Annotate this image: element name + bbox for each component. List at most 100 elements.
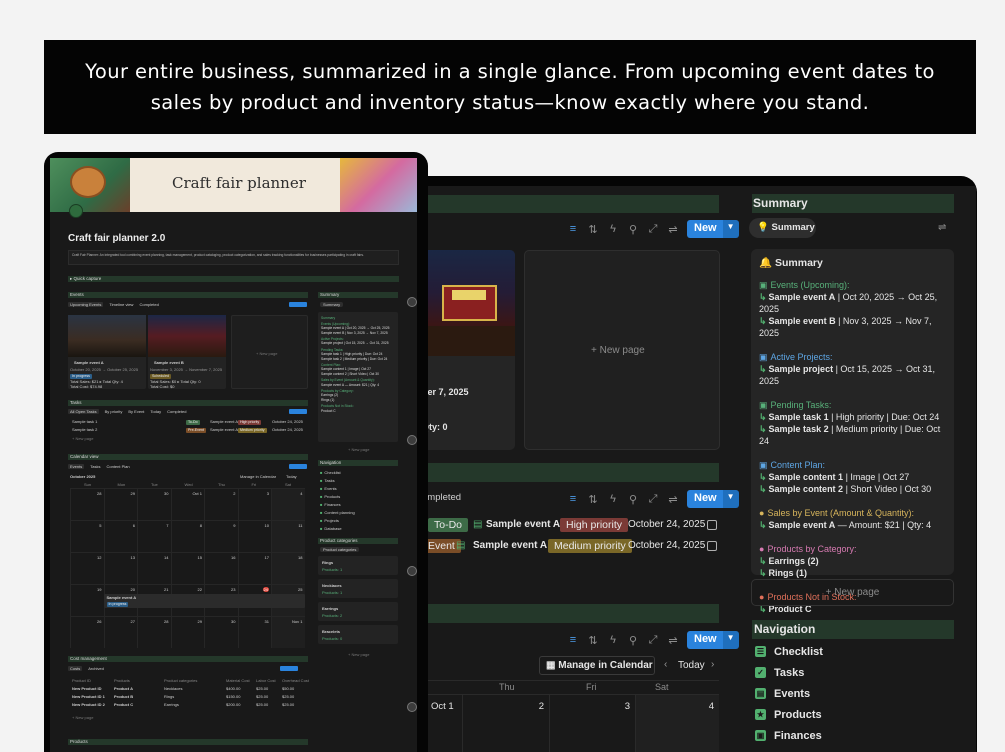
category-card[interactable]: Necklaces Products: 1 <box>318 579 398 598</box>
calendar-day-cell[interactable]: 27 <box>103 616 137 648</box>
calendar-day-cell[interactable]: 30 <box>204 616 238 648</box>
summary-item[interactable]: ↳ Sample event A — Amount: $21 | Qty: 4 <box>759 519 946 531</box>
view-tab[interactable]: By priority <box>105 409 123 414</box>
view-tab[interactable]: Events <box>68 464 85 469</box>
summary-item[interactable]: ↳ Sample content 1 | Image | Oct 27 <box>759 471 946 483</box>
left-summary-tab[interactable]: Summary <box>320 302 344 307</box>
calendar-day-cell[interactable]: 29 <box>103 488 137 520</box>
view-tab[interactable]: All Open Tasks <box>68 409 99 414</box>
calendar-day-cell[interactable]: 5 <box>70 520 104 552</box>
nav-item[interactable]: ■ Content planning <box>320 509 355 517</box>
summary-item[interactable]: Sample content 2 | Short Video | Oct 30 <box>321 372 395 377</box>
summary-new-page[interactable]: + New page <box>751 579 954 606</box>
search-icon[interactable]: ⚲ <box>627 493 639 506</box>
cost-new-button[interactable] <box>280 666 298 671</box>
quick-capture-toggle[interactable]: ▸ Quick capture <box>68 276 399 282</box>
summary-item[interactable]: ↳ Sample task 1 | High priority | Due: Oc… <box>759 411 946 423</box>
table-cell[interactable]: Product A <box>114 686 133 691</box>
filter-icon[interactable]: ≡ <box>567 493 579 505</box>
new-button[interactable]: New ▼ <box>687 490 739 508</box>
summary-item[interactable]: ↳ Sample event B | Nov 3, 2025 → Nov 7, 2… <box>759 315 946 339</box>
categories-tab[interactable]: Product categories <box>320 547 360 552</box>
lightning-icon[interactable]: ϟ <box>607 493 619 505</box>
view-tab[interactable]: Costs <box>68 666 83 671</box>
filter-icon[interactable]: ≡ <box>567 634 579 646</box>
calendar-day-cell[interactable]: 7 <box>137 520 171 552</box>
calendar-day-cell[interactable]: 11 <box>271 520 305 552</box>
table-row[interactable]: To-Do ▤ Sample event A High priority October… <box>422 518 722 534</box>
summary-item[interactable]: ↳ Sample content 2 | Short Video | Oct 30 <box>759 483 946 495</box>
expand-icon[interactable]: ⤢ <box>647 634 659 647</box>
summary-item[interactable]: Sample task 2 | Medium priority | Due: O… <box>321 357 395 362</box>
summary-item[interactable]: ↳ Sample event A | Oct 20, 2025 → Oct 25,… <box>759 291 946 315</box>
sort-icon[interactable]: ⇅ <box>587 493 599 506</box>
calendar-day-cell[interactable]: 12 <box>70 552 104 584</box>
summary-item[interactable]: ↳ Sample task 2 | Medium priority | Due: … <box>759 423 946 447</box>
calendar-day-cell[interactable]: 15 <box>170 552 204 584</box>
calendar-day-cell[interactable]: 29 <box>170 616 204 648</box>
calendar-day-cell[interactable]: 8 <box>170 520 204 552</box>
view-tab[interactable]: Completed <box>167 409 186 414</box>
calendar-day-cell[interactable]: 13 <box>103 552 137 584</box>
nav-item-events[interactable]: ▤ Events <box>755 683 823 704</box>
lightning-icon[interactable]: ϟ <box>607 634 619 646</box>
view-tab[interactable]: By Event <box>128 409 144 414</box>
sidebar-link-icon[interactable] <box>407 297 417 307</box>
manage-calendar-button[interactable]: Manage in Calendar <box>240 474 276 479</box>
calendar-day-cell[interactable]: 28 <box>70 488 104 520</box>
sort-icon[interactable]: ⇅ <box>587 634 599 647</box>
filter-icon[interactable]: ≡ <box>567 223 579 235</box>
new-button[interactable]: New ▼ <box>687 631 739 649</box>
table-row[interactable]: Event ▤ Sample event A Medium priority Octob… <box>422 539 722 555</box>
nav-item[interactable]: ■ Checklist <box>320 469 355 477</box>
summary-item[interactable]: Sample event A — Amount: $21 | Qty: 4 <box>321 383 395 388</box>
nav-item[interactable]: ■ Projects <box>320 517 355 525</box>
next-month-icon[interactable]: › <box>711 659 714 670</box>
event-card-a[interactable]: ber 7, 2025 Qty: 0 <box>422 250 515 450</box>
sidebar-link-icon[interactable] <box>407 435 417 445</box>
calendar-day-cell[interactable]: 3 <box>549 694 635 752</box>
calendar-day-cell[interactable]: 28 <box>137 616 171 648</box>
nav-item[interactable]: ■ Products <box>320 493 355 501</box>
calendar-day-cell[interactable]: 31 <box>237 616 271 648</box>
view-tab[interactable]: Archived <box>88 666 104 671</box>
sidebar-link-icon[interactable] <box>407 566 417 576</box>
calendar-day-cell[interactable]: 17 <box>237 552 271 584</box>
calendar-day-cell[interactable]: 6 <box>103 520 137 552</box>
view-tab[interactable]: Timeline view <box>109 302 133 307</box>
today-button[interactable]: Today <box>678 660 705 671</box>
nav-item-checklist[interactable]: ☰ Checklist <box>755 641 823 662</box>
calendar-day-cell[interactable]: 16 <box>204 552 238 584</box>
tasks-new-button[interactable] <box>289 409 307 414</box>
event-card[interactable]: Sample event B November 3, 2025 → Novembe… <box>148 315 226 389</box>
table-cell[interactable]: Product C <box>114 702 133 707</box>
events-new-button[interactable] <box>289 302 307 307</box>
view-tab[interactable]: Tasks <box>90 464 100 469</box>
summary-item[interactable]: Sample project | Oct 15, 2025 → Oct 31, … <box>321 341 395 346</box>
summary-view-tab[interactable]: 💡 Summary <box>749 218 816 238</box>
calendar-event-bar[interactable]: Sample event A In progress <box>103 594 305 608</box>
view-tab[interactable]: Today <box>150 409 161 414</box>
task-checkbox[interactable] <box>707 541 717 551</box>
tasks-new-page[interactable]: + New page <box>72 436 93 441</box>
nav-item-finances[interactable]: ▣ Finances <box>755 725 823 746</box>
calendar-day-cell[interactable]: 14 <box>137 552 171 584</box>
calendar-day-cell[interactable]: 4 <box>635 694 719 752</box>
summary-item[interactable]: Product C <box>321 409 395 414</box>
task-event-link[interactable]: Sample event A <box>486 519 560 530</box>
left-summary-new-page[interactable]: + New page <box>348 447 369 452</box>
view-tab[interactable]: Upcoming Events <box>68 302 104 307</box>
new-button[interactable]: New ▼ <box>687 220 739 238</box>
today-button[interactable]: Today <box>286 474 297 479</box>
view-tab[interactable]: Content Plan <box>106 464 129 469</box>
summary-item[interactable]: Rings (1) <box>321 398 395 403</box>
calendar-day-cell[interactable]: 3 <box>237 488 271 520</box>
sliders-icon[interactable]: ⇌ <box>938 222 946 233</box>
sort-icon[interactable]: ⇅ <box>587 223 599 236</box>
search-icon[interactable]: ⚲ <box>627 223 639 236</box>
table-cell[interactable]: Product B <box>114 694 133 699</box>
event-card[interactable]: Sample event A October 20, 2025 → October… <box>68 315 146 389</box>
calendar-day-cell[interactable]: 19 <box>70 584 104 616</box>
nav-item[interactable]: ■ Database <box>320 525 355 533</box>
calendar-day-cell[interactable]: 2 <box>204 488 238 520</box>
